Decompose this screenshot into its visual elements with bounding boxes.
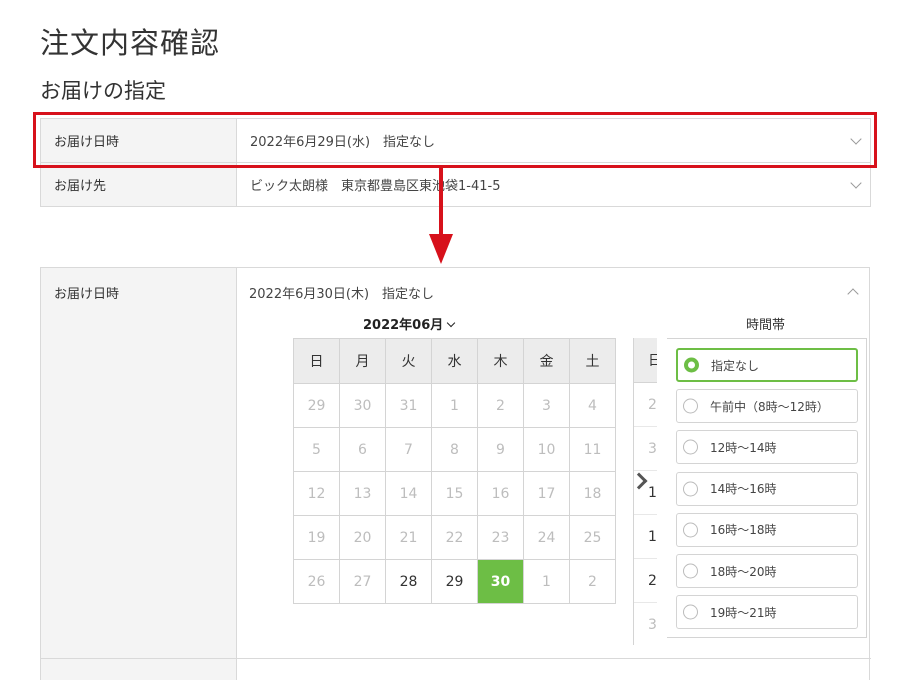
calendar-day: 7 bbox=[385, 427, 432, 472]
calendar-day: 16 bbox=[477, 471, 524, 516]
time-slot-label: 16時～18時 bbox=[710, 523, 777, 538]
weekday-header-cell: 木 bbox=[477, 338, 524, 384]
calendar-day: 2 bbox=[477, 383, 524, 428]
calendar-week-row: 29 30 31 1 2 3 4 bbox=[293, 383, 616, 428]
calendar-day: 17 bbox=[523, 471, 570, 516]
calendar-day: 31 bbox=[385, 383, 432, 428]
calendar-day: 20 bbox=[339, 515, 386, 560]
calendar-day: 11 bbox=[569, 427, 616, 472]
time-slot-option[interactable]: 19時～21時 bbox=[676, 595, 858, 630]
radio-icon[interactable] bbox=[683, 604, 698, 620]
weekday-header-cell: 月 bbox=[339, 338, 386, 384]
time-slot-label: 19時～21時 bbox=[710, 605, 777, 620]
delivery-address-row[interactable]: お届け先 ビック太朗様 東京都豊島区東池袋1-41-5 bbox=[41, 163, 870, 206]
divider bbox=[41, 658, 871, 659]
time-slot-label: 指定なし bbox=[711, 358, 760, 373]
highlight-annotation-box bbox=[33, 112, 877, 168]
calendar-day: 19 bbox=[293, 515, 340, 560]
calendar-day: 2 bbox=[569, 559, 616, 604]
calendar-day: 2 bbox=[634, 383, 657, 427]
calendar-day: 14 bbox=[385, 471, 432, 516]
weekday-header-cell: 日 bbox=[293, 338, 340, 384]
time-slot-label: 午前中（8時～12時） bbox=[710, 399, 829, 414]
weekday-header-row: 日月火水木金土 bbox=[293, 338, 616, 384]
delivery-address-label: お届け先 bbox=[41, 163, 237, 206]
time-slot-option[interactable]: 18時～20時 bbox=[676, 554, 858, 588]
month-label: 2022年06月 bbox=[363, 318, 444, 333]
calendar-day: 3 bbox=[634, 427, 657, 471]
calendar-day: 1 bbox=[523, 559, 570, 604]
section-title: お届けの指定 bbox=[40, 79, 166, 103]
calendar-day: 15 bbox=[431, 471, 478, 516]
calendar-day: 1 bbox=[431, 383, 478, 428]
calendar-day: 30 bbox=[339, 383, 386, 428]
time-slot-option[interactable]: 午前中（8時～12時） bbox=[676, 389, 858, 424]
time-slot-option[interactable]: 16時～18時 bbox=[676, 512, 858, 547]
calendar-day: 6 bbox=[339, 427, 386, 472]
calendar-day: 3 bbox=[634, 603, 657, 645]
calendar-day: 22 bbox=[431, 515, 478, 560]
calendar-day: 18 bbox=[569, 471, 616, 516]
weekday-header-cell: 水 bbox=[431, 338, 478, 384]
chevron-down-icon[interactable] bbox=[850, 176, 862, 189]
calendar-day[interactable]: 28 bbox=[385, 559, 432, 604]
radio-icon[interactable] bbox=[683, 563, 698, 579]
calendar-day: 23 bbox=[477, 515, 524, 560]
month-selector[interactable]: 2022年06月 bbox=[363, 314, 456, 333]
calendar-day: 21 bbox=[385, 515, 432, 560]
time-slot-option[interactable]: 指定なし bbox=[676, 348, 858, 382]
calendar-week-row: 5 6 7 8 9 10 11 bbox=[293, 427, 616, 472]
calendar-day: 29 bbox=[293, 383, 340, 428]
weekday-header-cell: 火 bbox=[385, 338, 432, 384]
time-slot-title: 時間帯 bbox=[746, 318, 786, 333]
calendar-day: 12 bbox=[293, 471, 340, 516]
calendar-day[interactable]: 2 bbox=[634, 559, 657, 603]
radio-icon[interactable] bbox=[683, 398, 698, 414]
time-slot-label: 12時～14時 bbox=[710, 440, 777, 455]
calendar-day: 26 bbox=[293, 559, 340, 604]
chevron-down-icon bbox=[447, 318, 456, 328]
calendar-day: 5 bbox=[293, 427, 340, 472]
calendar-day: 10 bbox=[523, 427, 570, 472]
time-slot-label: 14時～16時 bbox=[710, 482, 777, 497]
time-slot-option[interactable]: 14時～16時 bbox=[676, 471, 858, 506]
page-title: 注文内容確認 bbox=[40, 26, 221, 60]
calendar-week-row: 19 20 21 22 23 24 25 bbox=[293, 515, 616, 560]
annotation-arrow-shaft bbox=[439, 168, 443, 238]
chevron-up-icon[interactable] bbox=[847, 288, 859, 300]
weekday-header-cell: 金 bbox=[523, 338, 570, 384]
radio-icon[interactable] bbox=[683, 481, 698, 497]
calendar-day: 27 bbox=[339, 559, 386, 604]
calendar-day: 25 bbox=[569, 515, 616, 560]
calendar-day: 8 bbox=[431, 427, 478, 472]
weekday-header-cell: 日 bbox=[634, 338, 657, 383]
time-slot-label: 18時～20時 bbox=[710, 564, 777, 579]
annotation-arrow-head-icon bbox=[429, 234, 453, 264]
weekday-header-cell: 土 bbox=[569, 338, 616, 384]
time-slot-option[interactable]: 12時～14時 bbox=[676, 430, 858, 465]
calendar-day: 9 bbox=[477, 427, 524, 472]
calendar-day: 24 bbox=[523, 515, 570, 560]
radio-checked-icon[interactable] bbox=[684, 357, 699, 373]
calendar-week-row: 26 27 28 29 30 1 2 bbox=[293, 559, 616, 604]
delivery-address-text: ビック太朗様 東京都豊島区東池袋1-41-5 bbox=[250, 179, 501, 194]
calendar-day[interactable]: 1 bbox=[634, 515, 657, 559]
calendar-day-selected[interactable]: 30 bbox=[477, 559, 524, 604]
time-slot-panel: 指定なし午前中（8時～12時） 12時～14時 14時～16時 16時～18時 18時～… bbox=[667, 338, 867, 638]
expanded-delivery-date-value[interactable]: 2022年6月30日(木) 指定なし bbox=[249, 283, 434, 302]
delivery-address-value[interactable]: ビック太朗様 東京都豊島区東池袋1-41-5 bbox=[237, 163, 870, 206]
expanded-delivery-date-label: お届け日時 bbox=[41, 268, 237, 680]
calendar-grid: 日月火水木金土 29 30 31 1 2 3 4 5 6 7 8 9 10 11 12 13 14 15 16 17 1… bbox=[293, 338, 616, 604]
calendar-day: 13 bbox=[339, 471, 386, 516]
calendar-day[interactable]: 29 bbox=[431, 559, 478, 604]
radio-icon[interactable] bbox=[683, 522, 698, 538]
radio-icon[interactable] bbox=[683, 439, 698, 455]
calendar-day: 4 bbox=[569, 383, 616, 428]
calendar-day: 3 bbox=[523, 383, 570, 428]
next-month-calendar-peek: 日 231123 bbox=[633, 338, 657, 645]
calendar-week-row: 12 13 14 15 16 17 18 bbox=[293, 471, 616, 516]
